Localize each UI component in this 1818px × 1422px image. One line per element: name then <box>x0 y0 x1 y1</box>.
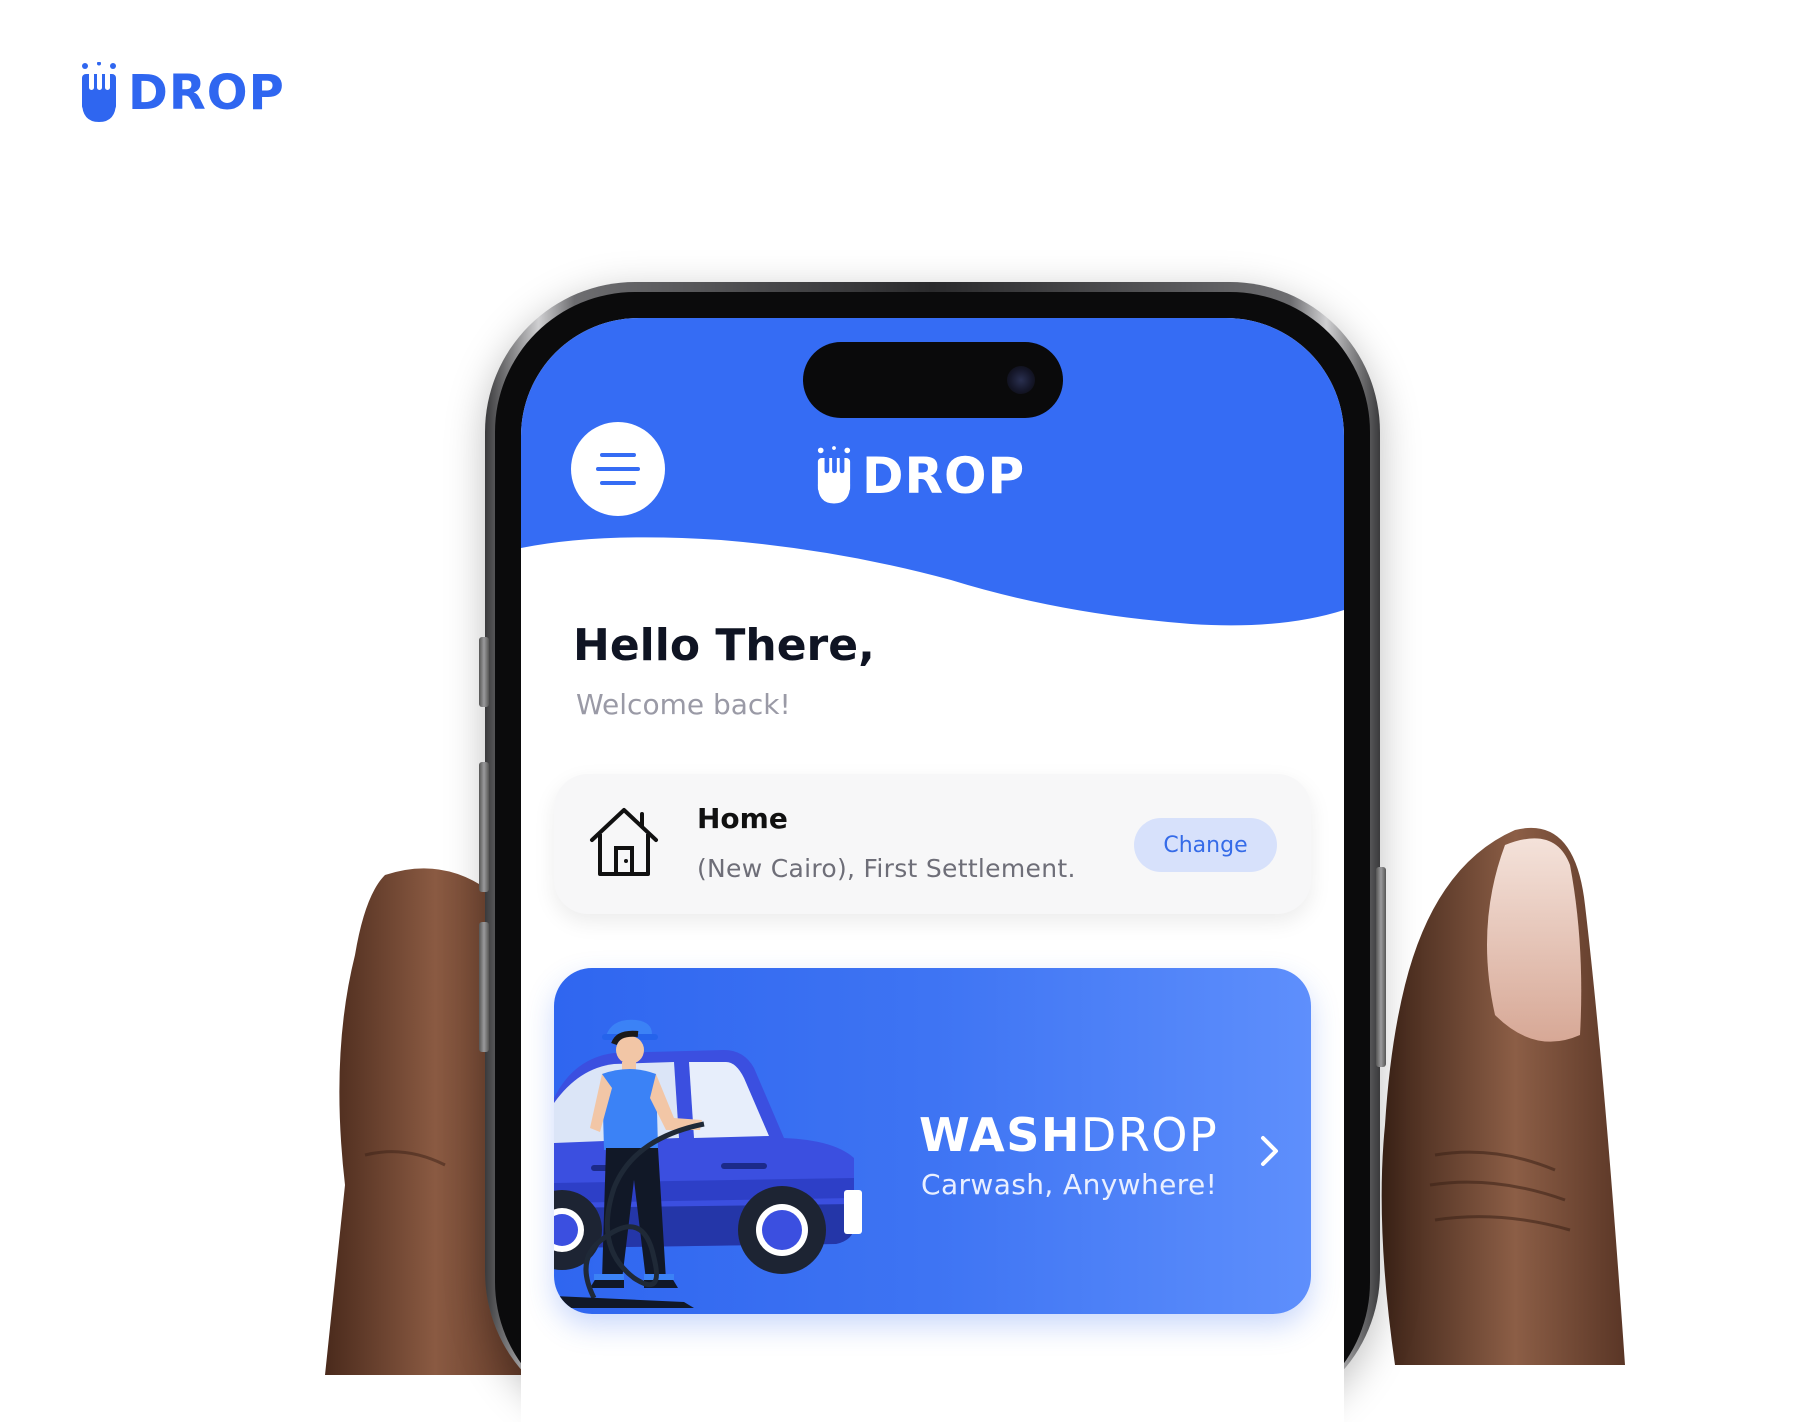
greeting-subtitle: Welcome back! <box>576 688 791 721</box>
washdrop-subtitle: Carwash, Anywhere! <box>921 1168 1218 1201</box>
address-label: Home <box>697 802 788 835</box>
drop-logo-icon <box>817 446 851 504</box>
brand-name: DROP <box>128 65 285 121</box>
menu-button[interactable] <box>571 422 665 516</box>
drop-logo-icon <box>82 62 116 122</box>
phone-volume-up <box>479 762 489 892</box>
house-icon <box>590 808 658 876</box>
address-card: Home (New Cairo), First Settlement. Chan… <box>554 774 1311 914</box>
washdrop-title-bold: WASH <box>919 1108 1081 1162</box>
app-logo-text: DROP <box>862 447 1026 505</box>
menu-icon <box>596 453 640 485</box>
right-thumb <box>1381 827 1625 1365</box>
phone-power-button <box>1376 867 1386 1067</box>
chevron-right-icon[interactable] <box>1259 1134 1281 1168</box>
app-logo: DROP <box>816 446 1025 506</box>
car-wash-illustration <box>554 1019 862 1308</box>
brand-logo: DROP <box>80 62 285 124</box>
phone-action-button <box>479 637 489 707</box>
washdrop-card[interactable]: WASHDROP Carwash, Anywhere! <box>554 968 1311 1314</box>
dynamic-island <box>803 342 1063 418</box>
washdrop-title-light: DROP <box>1080 1108 1219 1162</box>
change-address-button[interactable]: Change <box>1134 818 1277 872</box>
greeting-title: Hello There, <box>573 620 875 671</box>
phone-volume-down <box>479 922 489 1052</box>
washdrop-title: WASHDROP <box>919 1108 1218 1162</box>
phone-frame: DROP Hello There, Welcome back! Home (Ne… <box>479 282 1386 1422</box>
address-text: (New Cairo), First Settlement. <box>697 854 1076 883</box>
app-screen: DROP Hello There, Welcome back! Home (Ne… <box>521 318 1344 1422</box>
front-camera <box>1007 366 1035 394</box>
